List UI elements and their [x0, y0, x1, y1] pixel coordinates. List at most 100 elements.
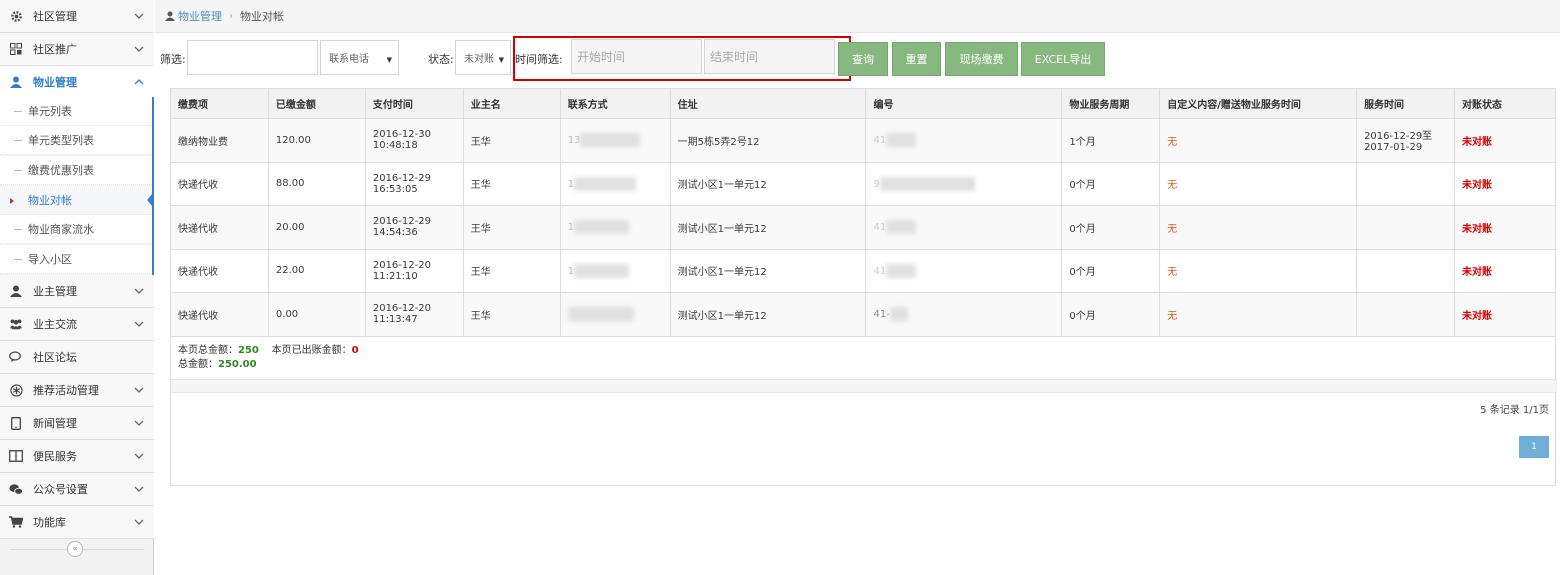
- cell-period: 0个月: [1061, 161, 1161, 206]
- sidebar-item-promotion[interactable]: 社区推广: [0, 33, 154, 66]
- sidebar-item-label: 业主管理: [33, 285, 77, 298]
- redacted-code: [889, 307, 908, 322]
- chevron-down-icon: [134, 321, 144, 327]
- record-count: 5 条记录 1/1页: [1480, 405, 1549, 416]
- grid-icon: [9, 42, 23, 56]
- cell-amount: 22.00: [267, 248, 366, 293]
- submenu-label: 导入小区: [28, 253, 72, 266]
- collapse-sidebar-icon[interactable]: «: [67, 541, 83, 557]
- column-header[interactable]: 物业服务周期: [1061, 88, 1161, 119]
- cell-service-time: [1356, 292, 1455, 337]
- submenu-label: 单元列表: [28, 105, 72, 118]
- onsite-payment-button[interactable]: 现场缴费: [945, 42, 1018, 76]
- cell-amount: 0.00: [267, 292, 366, 337]
- highlight-box: [513, 36, 851, 81]
- cell-period: 1个月: [1061, 118, 1161, 163]
- sidebar-item-activity-management[interactable]: 推荐活动管理: [0, 374, 154, 407]
- pay-date: 2016-12-30: [372, 129, 431, 141]
- sidebar-item-forum[interactable]: 社区论坛: [0, 341, 154, 374]
- pay-date: 2016-12-20: [372, 259, 431, 271]
- submenu-property-reconciliation[interactable]: 物业对帐: [0, 186, 154, 215]
- redacted-phone: [574, 263, 630, 278]
- total-value: 250.00: [218, 359, 257, 370]
- breadcrumb-parent-link[interactable]: 物业管理: [178, 8, 222, 24]
- reset-button[interactable]: 重置: [892, 42, 941, 76]
- column-header[interactable]: 对账状态: [1453, 88, 1557, 119]
- sidebar-collapse: «: [0, 538, 154, 560]
- cell-owner: 王华: [462, 248, 561, 293]
- redacted-code: [886, 263, 917, 278]
- table-row[interactable]: 快递代收 20.00 2016-12-29 14:54:36 王华 1 测试小区1…: [170, 205, 1557, 250]
- sidebar-item-label: 便民服务: [33, 450, 77, 463]
- submenu-import-community[interactable]: 导入小区: [0, 245, 154, 274]
- cell-custom: 无: [1159, 292, 1358, 337]
- sidebar-item-wechat-settings[interactable]: 公众号设置: [0, 473, 154, 506]
- cell-pay-time: 2016-12-30 10:48:18: [364, 118, 464, 163]
- table-row[interactable]: 快递代收 88.00 2016-12-29 16:53:05 王华 1 测试小区1…: [170, 161, 1557, 206]
- table-header-row: 缴费项 已缴金额 支付时间 业主名 联系方式 住址 编号 物业服务周期 自定义内…: [170, 88, 1557, 119]
- status-select[interactable]: 未对账 ▼: [455, 40, 511, 75]
- query-button[interactable]: 查询: [838, 42, 888, 76]
- cell-service-time: [1356, 248, 1455, 293]
- cell-phone: [559, 292, 671, 337]
- sidebar-item-label: 社区论坛: [33, 351, 77, 364]
- table-row[interactable]: 缴纳物业费 120.00 2016-12-30 10:48:18 王华 13 一期…: [170, 118, 1557, 163]
- pay-time: 11:21:10: [372, 270, 418, 282]
- column-header[interactable]: 支付时间: [364, 88, 464, 119]
- submenu-unit-type-list[interactable]: 单元类型列表: [0, 126, 154, 155]
- table-row[interactable]: 快递代收 22.00 2016-12-20 11:21:10 王华 1 测试小区1…: [170, 248, 1557, 293]
- cell-period: 0个月: [1061, 292, 1161, 337]
- pay-time: 16:53:05: [372, 183, 418, 195]
- users-icon: [9, 317, 23, 331]
- chevron-down-icon: [134, 13, 144, 19]
- dropdown-arrow-icon: ▼: [498, 56, 504, 64]
- status-select-value: 未对账: [464, 54, 494, 65]
- column-header[interactable]: 编号: [865, 88, 1063, 119]
- submenu-unit-list[interactable]: 单元列表: [0, 97, 154, 126]
- sidebar-item-owner-communication[interactable]: 业主交流: [0, 308, 154, 341]
- column-header[interactable]: 缴费项: [170, 88, 269, 119]
- sidebar-item-label: 物业管理: [33, 76, 77, 89]
- cell-phone: 13: [559, 118, 671, 163]
- cell-pay-time: 2016-12-20 11:13:47: [364, 292, 464, 337]
- sidebar-item-owner-management[interactable]: 业主管理: [0, 275, 154, 308]
- sidebar-item-property[interactable]: 物业管理: [0, 66, 154, 99]
- sidebar-item-function-library[interactable]: 功能库: [0, 506, 154, 539]
- sidebar-item-label: 业主交流: [33, 318, 77, 331]
- submenu-merchant-flow[interactable]: 物业商家流水: [0, 215, 154, 244]
- code-visible: 41: [873, 222, 887, 234]
- excel-export-button[interactable]: EXCEL导出: [1021, 42, 1105, 76]
- table-row[interactable]: 快递代收 0.00 2016-12-20 11:13:47 王华 测试小区1一单元…: [170, 292, 1557, 337]
- pay-date: 2016-12-29: [372, 216, 431, 228]
- pay-date: 2016-12-29: [372, 172, 431, 184]
- filter-input[interactable]: [187, 40, 318, 75]
- sidebar-item-news[interactable]: 新闻管理: [0, 407, 154, 440]
- cell-item: 快递代收: [170, 248, 269, 293]
- cell-item: 快递代收: [170, 292, 269, 337]
- pay-time: 11:13:47: [372, 314, 418, 326]
- cell-custom: 无: [1159, 118, 1358, 163]
- redacted-phone: [574, 176, 637, 191]
- cell-address: 测试小区1一单元12: [669, 248, 867, 293]
- page-1-button[interactable]: 1: [1519, 436, 1549, 458]
- redacted-phone: [580, 133, 641, 148]
- submenu-discount-list[interactable]: 缴费优惠列表: [0, 156, 154, 185]
- summary-page-line: 本页总金额：250 本页已出账金额：0: [178, 344, 359, 358]
- cell-status: 未对账: [1453, 118, 1557, 163]
- tree-dash: [14, 258, 22, 260]
- sidebar: 社区管理 社区推广 物业管理 单元列表 单元类型列表 缴费优惠列表 物业对帐 物…: [0, 0, 154, 575]
- sidebar-item-community[interactable]: 社区管理: [0, 0, 154, 33]
- column-header[interactable]: 业主名: [462, 88, 561, 119]
- column-header[interactable]: 住址: [669, 88, 867, 119]
- column-header[interactable]: 已缴金额: [267, 88, 366, 119]
- field-select[interactable]: 联系电话 ▼: [320, 40, 399, 75]
- chevron-down-icon: [134, 420, 144, 426]
- sidebar-item-label: 推荐活动管理: [33, 384, 99, 397]
- column-header[interactable]: 自定义内容/赠送物业服务时间: [1159, 88, 1358, 119]
- column-header[interactable]: 服务时间: [1356, 88, 1455, 119]
- cell-period: 0个月: [1061, 205, 1161, 250]
- column-header[interactable]: 联系方式: [559, 88, 671, 119]
- sidebar-item-convenience[interactable]: 便民服务: [0, 440, 154, 473]
- pay-time: 10:48:18: [372, 140, 418, 152]
- sidebar-item-label: 功能库: [33, 516, 66, 529]
